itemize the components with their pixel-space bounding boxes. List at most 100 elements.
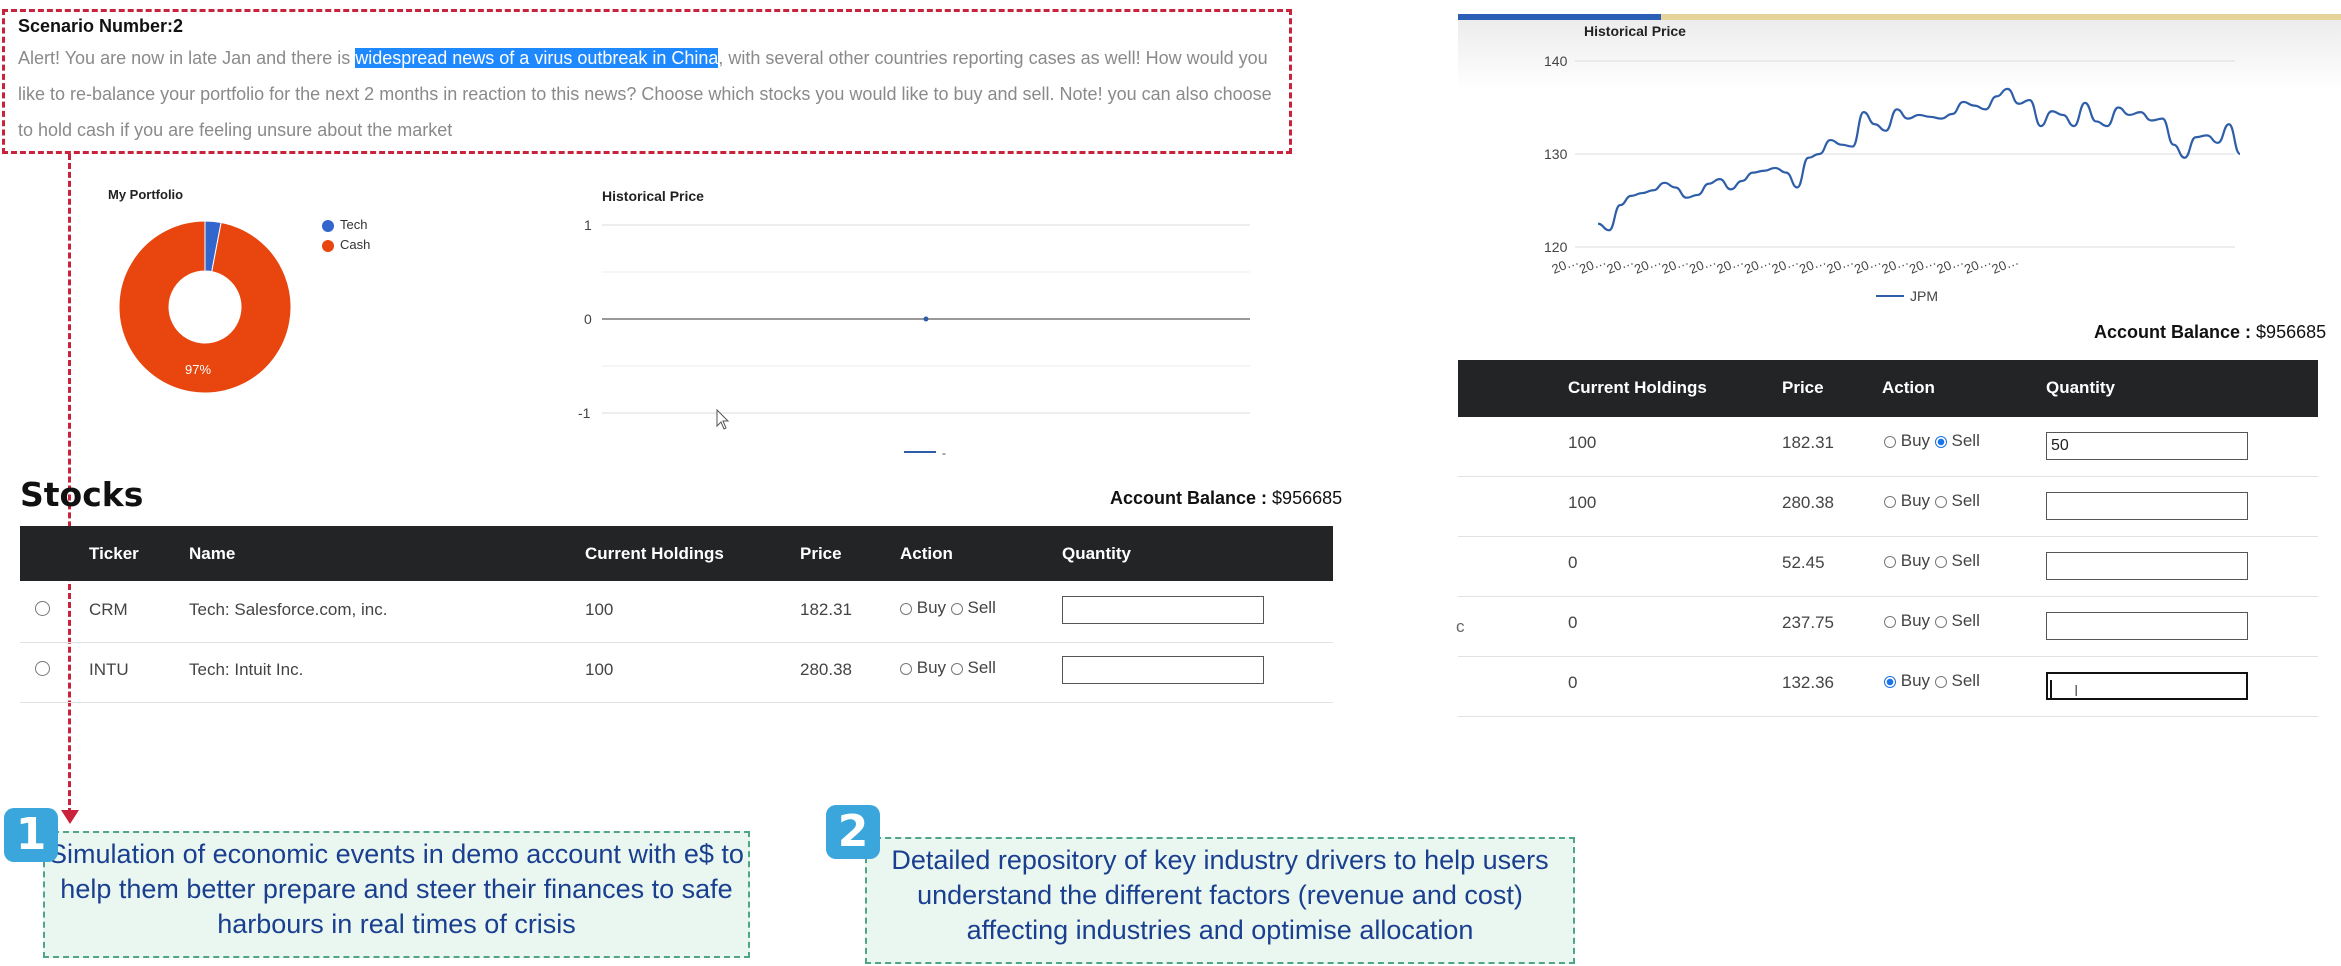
buy-label: Buy xyxy=(1900,491,1931,510)
ibeam-cursor-icon: I xyxy=(2074,683,2079,700)
price-cell: 52.45 xyxy=(1782,553,1825,572)
y-tick-label: 120 xyxy=(1544,239,1568,255)
action-group: Buy Sell xyxy=(1884,671,1980,691)
x-tick-label: 20… xyxy=(1577,253,1608,277)
row-divider xyxy=(1458,656,2318,657)
buy-label: Buy xyxy=(1900,611,1931,630)
x-tick-label: 20… xyxy=(1962,253,1993,277)
callout-2-text: Detailed repository of key industry driv… xyxy=(891,845,1549,945)
legend-dot-icon xyxy=(322,219,334,232)
sell-label: Sell xyxy=(1951,671,1980,690)
col-action: Action xyxy=(1882,378,1935,397)
callout-2: Detailed repository of key industry driv… xyxy=(865,837,1575,964)
buy-radio[interactable] xyxy=(1884,555,1896,568)
left-price-chart: 1 0 -1 - xyxy=(578,217,1250,460)
quantity-input[interactable] xyxy=(2046,612,2248,640)
quantity-input[interactable] xyxy=(2046,552,2248,580)
quantity-input[interactable]: 50 xyxy=(2046,432,2248,460)
quantity-input[interactable] xyxy=(1062,596,1264,624)
legend-label: Cash xyxy=(340,237,371,252)
x-tick-label: 20… xyxy=(1825,253,1856,277)
portfolio-donut-chart: 97% xyxy=(118,220,292,394)
balance-value: $956685 xyxy=(1272,488,1343,508)
legend-label: - xyxy=(942,446,946,460)
sell-radio[interactable] xyxy=(1934,675,1947,688)
action-group: Buy Sell xyxy=(900,658,996,678)
sell-radio[interactable] xyxy=(1934,435,1947,448)
sell-radio[interactable] xyxy=(950,602,963,615)
right-chart-title: Historical Price xyxy=(1584,23,1686,39)
col-action: Action xyxy=(900,544,953,563)
donut-slice-label: 97% xyxy=(185,362,211,377)
price-cell: 280.38 xyxy=(1782,493,1834,512)
action-group: Buy Sell xyxy=(900,598,996,618)
balance-label: Account Balance : xyxy=(1110,488,1273,508)
balance-value: $956685 xyxy=(2256,322,2327,342)
price-cell: 182.31 xyxy=(1782,433,1834,452)
scenario-title: Scenario Number:2 xyxy=(18,16,184,36)
scenario-highlight: widespread news of a virus outbreak in C… xyxy=(355,48,719,68)
portfolio-legend: Tech Cash xyxy=(322,217,370,257)
left-chart-title: Historical Price xyxy=(602,188,704,204)
account-balance-right: Account Balance : $956685 xyxy=(2094,322,2326,343)
ticker-cell: INTU xyxy=(89,660,129,679)
holdings-cell: 100 xyxy=(1568,433,1597,452)
holdings-cell: 100 xyxy=(585,600,614,619)
y-tick-label: 140 xyxy=(1544,53,1568,69)
holdings-cell: 0 xyxy=(1568,553,1578,572)
name-cell: Tech: Intuit Inc. xyxy=(189,660,304,679)
buy-radio[interactable] xyxy=(1884,495,1896,508)
buy-radio[interactable] xyxy=(1884,435,1896,448)
col-quantity: Quantity xyxy=(2046,378,2115,397)
ticker-cell: CRM xyxy=(89,600,128,619)
holdings-cell: 100 xyxy=(585,660,614,679)
x-tick-label: 20… xyxy=(1797,253,1828,277)
buy-label: Buy xyxy=(916,598,947,617)
x-tick-label: 20… xyxy=(1550,253,1581,277)
sell-radio[interactable] xyxy=(1934,495,1947,508)
buy-label: Buy xyxy=(1900,431,1931,450)
col-name: Name xyxy=(189,544,236,563)
action-group: Buy Sell xyxy=(1884,551,1980,571)
action-group: Buy Sell xyxy=(1884,431,1980,451)
sell-label: Sell xyxy=(1951,611,1980,630)
stocks-heading: Stocks xyxy=(20,475,144,514)
quantity-input[interactable] xyxy=(1062,656,1264,684)
legend-dot-icon xyxy=(322,239,334,252)
scenario-text-before: Alert! You are now in late Jan and there… xyxy=(18,48,356,68)
holdings-cell: 0 xyxy=(1568,613,1578,632)
buy-radio[interactable] xyxy=(1884,615,1896,628)
buy-label: Buy xyxy=(1900,671,1931,690)
buy-radio[interactable] xyxy=(900,602,912,615)
action-group: Buy Sell xyxy=(1884,491,1980,511)
clipped-name-fragment: c xyxy=(1456,617,1465,636)
row-divider xyxy=(1458,596,2318,597)
x-tick-label: 20… xyxy=(1935,253,1966,277)
y-tick-label: -1 xyxy=(578,405,591,421)
sell-label: Sell xyxy=(967,658,996,677)
sell-radio[interactable] xyxy=(950,662,963,675)
price-cell: 182.31 xyxy=(800,600,852,619)
legend-label: JPM xyxy=(1910,288,1938,304)
y-tick-label: 1 xyxy=(584,217,592,233)
sell-label: Sell xyxy=(1951,551,1980,570)
sell-radio[interactable] xyxy=(1934,615,1947,628)
quantity-input[interactable] xyxy=(2046,492,2248,520)
jpm-series-line xyxy=(1597,87,2241,232)
col-price: Price xyxy=(800,544,842,563)
x-tick-label: 20… xyxy=(1687,253,1718,277)
buy-radio[interactable] xyxy=(1884,675,1896,688)
row-select-radio[interactable] xyxy=(35,601,50,616)
connector-arrow-icon xyxy=(61,810,79,824)
legend-label: Tech xyxy=(340,217,368,232)
holdings-cell: 0 xyxy=(1568,673,1578,692)
x-tick-label: 20… xyxy=(1770,253,1801,277)
x-tick-label: 20… xyxy=(1605,253,1636,277)
buy-radio[interactable] xyxy=(900,662,912,675)
callout-1-text: Simulation of economic events in demo ac… xyxy=(49,839,744,939)
sell-radio[interactable] xyxy=(1934,555,1947,568)
x-tick-label: 20… xyxy=(1632,253,1663,277)
row-select-radio[interactable] xyxy=(35,661,50,676)
legend-item-tech: Tech xyxy=(322,217,370,237)
badge-1: 1 xyxy=(4,808,58,862)
